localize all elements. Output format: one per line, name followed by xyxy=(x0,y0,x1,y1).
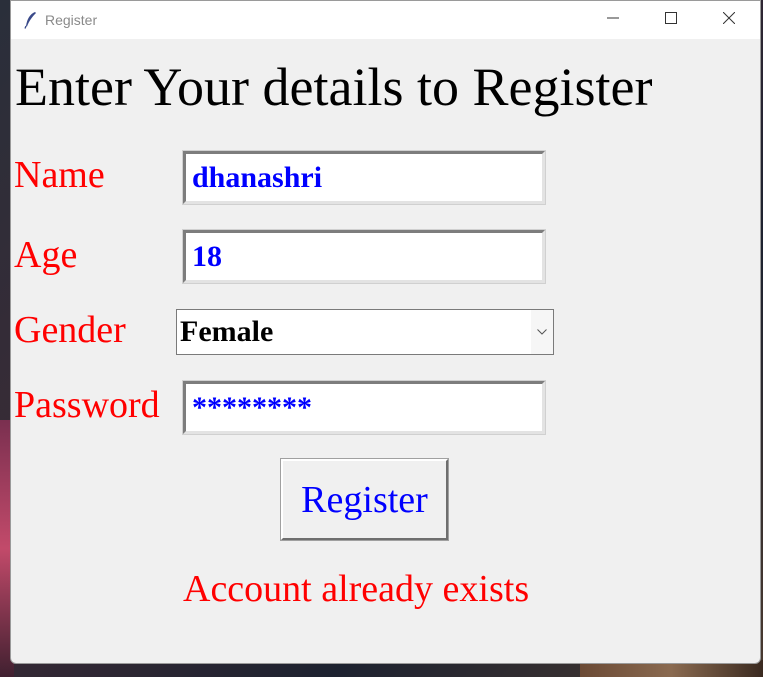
register-window: Register Enter Your details to Register … xyxy=(10,0,761,664)
age-field[interactable]: 18 xyxy=(182,229,546,284)
maximize-icon xyxy=(665,11,677,29)
gender-selected-value: Female xyxy=(180,315,274,348)
title-bar[interactable]: Register xyxy=(11,1,760,39)
password-field[interactable]: ******** xyxy=(182,380,546,435)
minimize-button[interactable] xyxy=(584,1,642,39)
gender-select[interactable]: Female xyxy=(176,309,554,355)
register-button[interactable]: Register xyxy=(280,458,449,541)
feather-icon xyxy=(23,11,39,29)
name-field[interactable]: dhanashri xyxy=(182,150,546,205)
window-title: Register xyxy=(45,12,98,28)
password-label: Password xyxy=(14,384,160,426)
age-label: Age xyxy=(14,234,78,276)
close-button[interactable] xyxy=(700,1,758,39)
gender-label: Gender xyxy=(14,309,126,351)
page-heading: Enter Your details to Register xyxy=(15,57,653,117)
maximize-button[interactable] xyxy=(642,1,700,39)
close-icon xyxy=(722,11,736,29)
name-label: Name xyxy=(14,154,105,196)
status-message: Account already exists xyxy=(183,568,530,610)
chevron-down-icon[interactable] xyxy=(531,310,553,354)
minimize-icon xyxy=(607,11,619,29)
